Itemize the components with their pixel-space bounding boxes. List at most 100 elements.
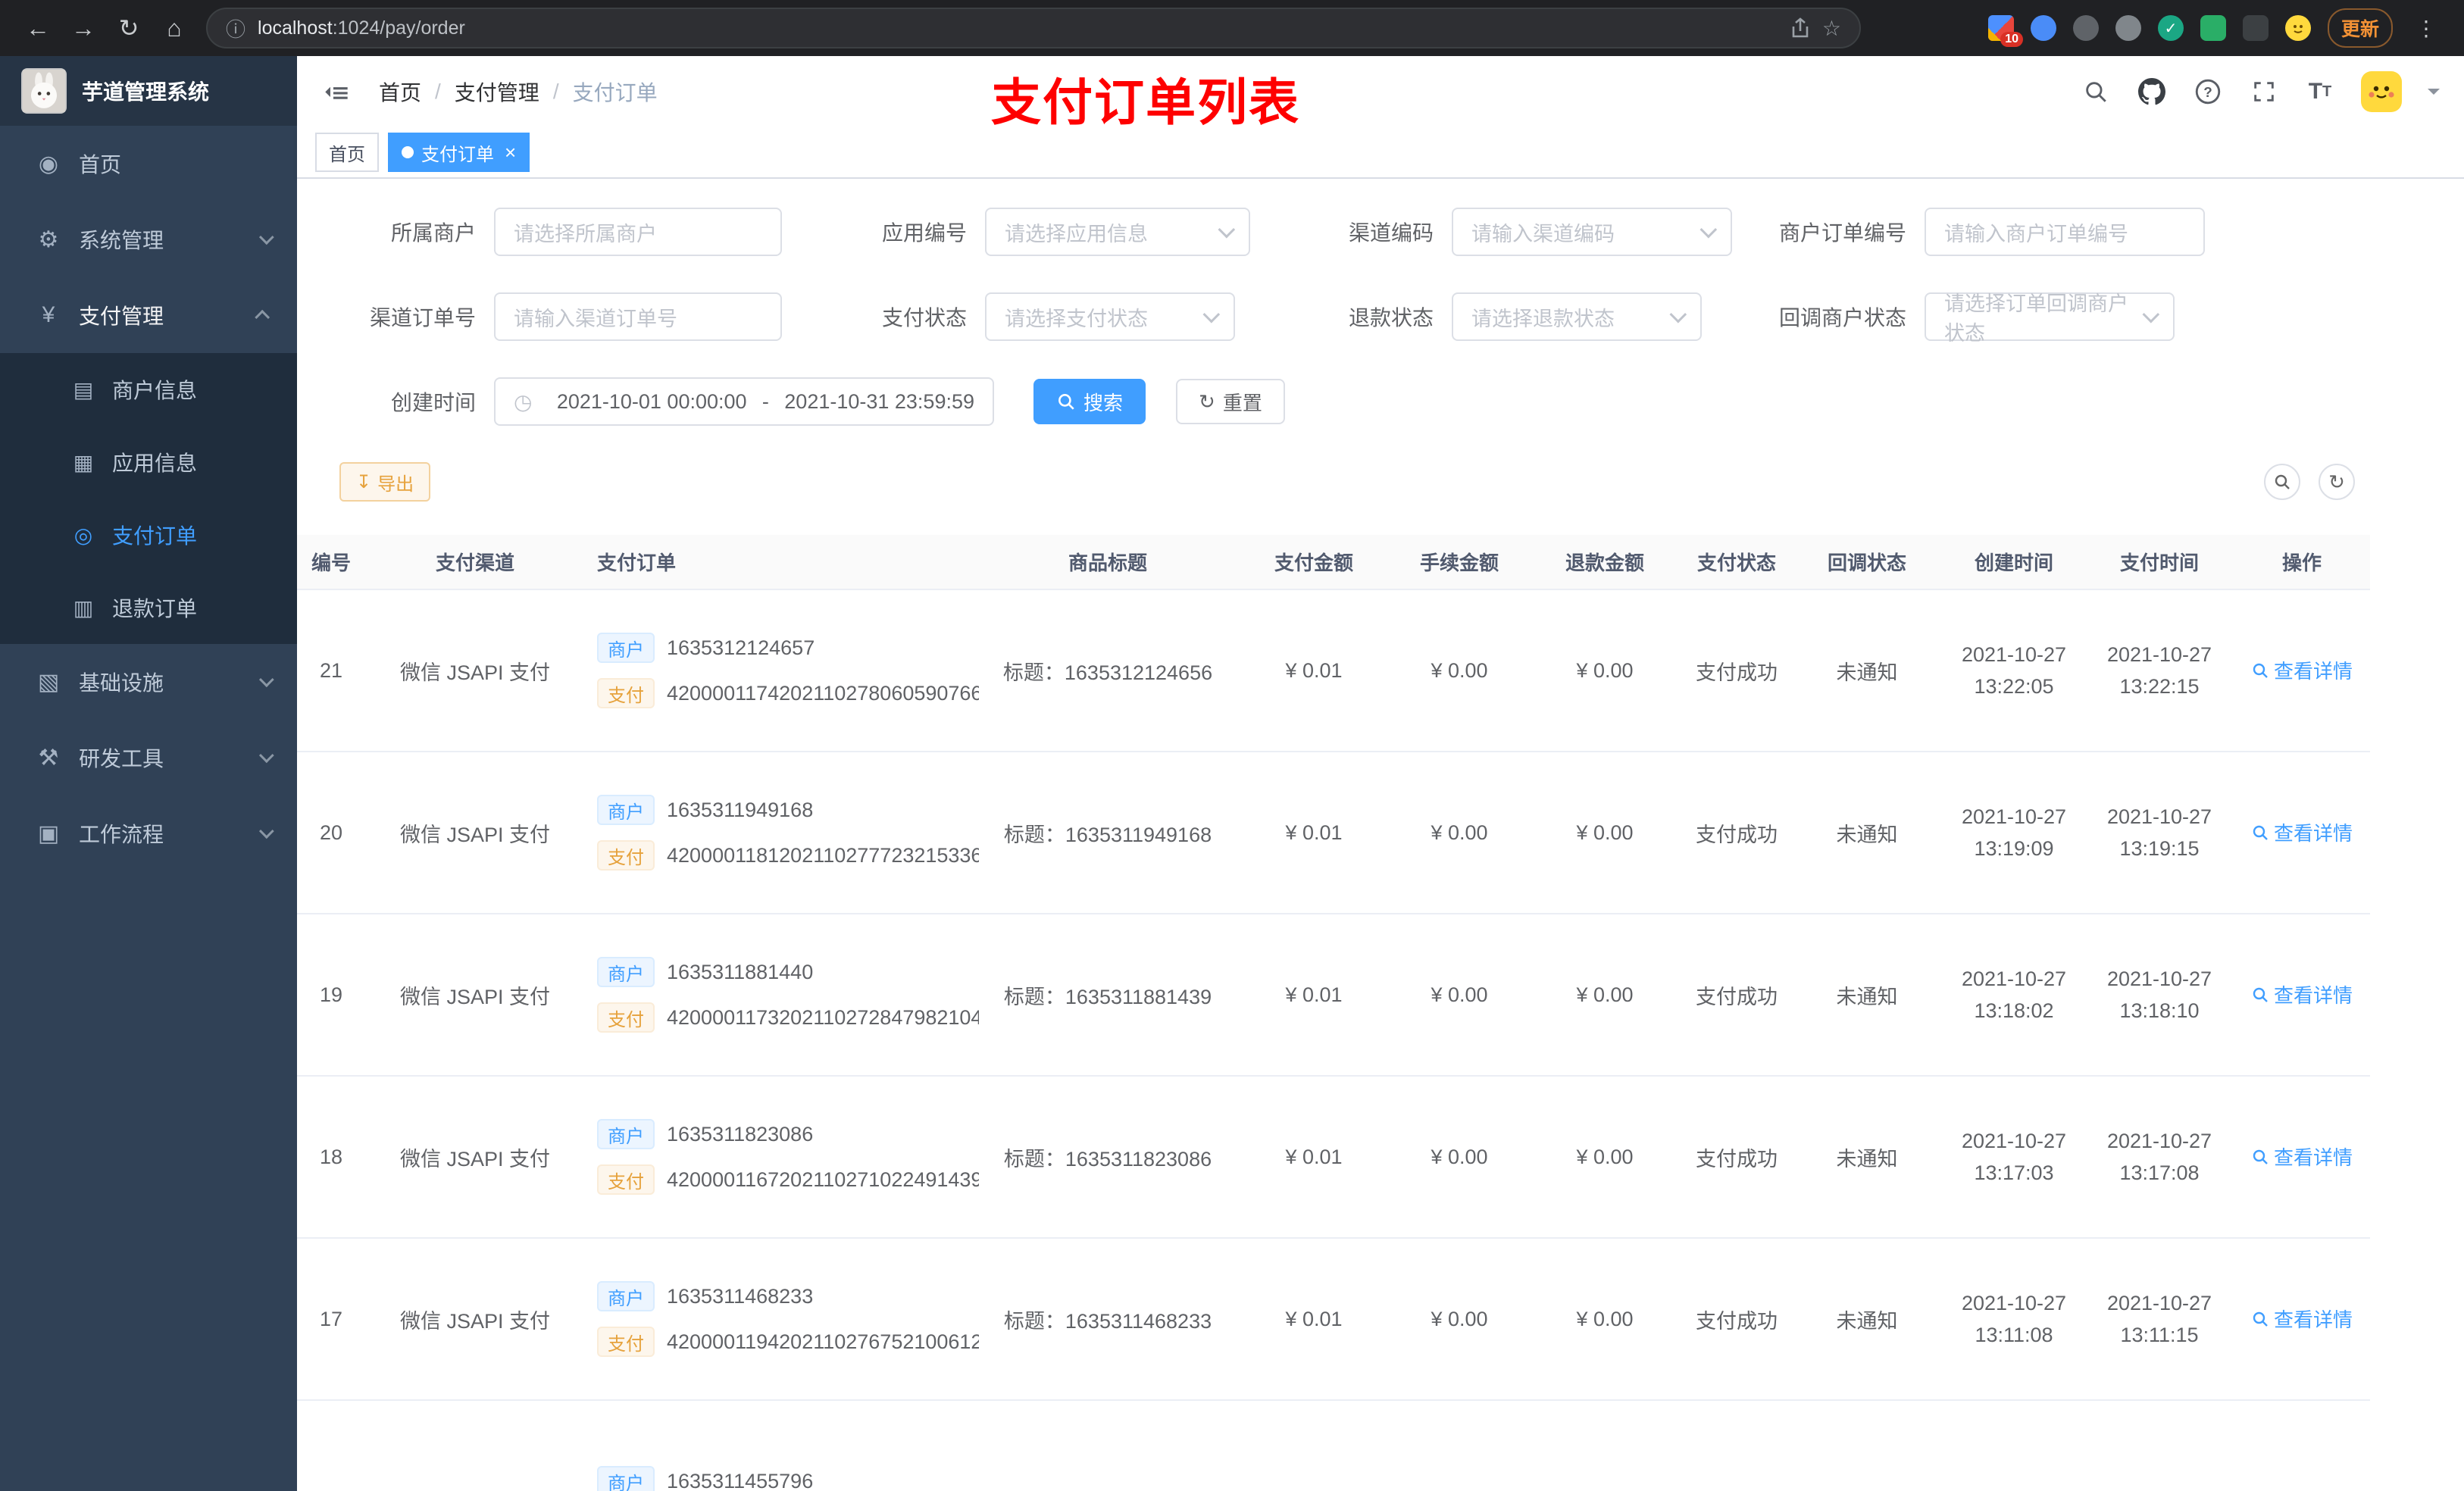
content: 所属商户 请选择所属商户 应用编号 请选择应用信息 渠道编码 请输入渠道编码 商…	[297, 179, 2464, 1491]
chrome-update-button[interactable]: 更新	[2327, 8, 2393, 48]
sidebar: 芋道管理系统 ◉ 首页 ⚙ 系统管理 ¥ 支付管理 ▤ 商户信息 ▦ 应用信息 …	[0, 56, 297, 1491]
breadcrumb-home[interactable]: 首页	[379, 77, 421, 107]
url-text[interactable]: localhost:1024/pay/order	[258, 17, 1778, 39]
tab-pay-order[interactable]: 支付订单 ×	[388, 133, 530, 172]
sidebar-item-home[interactable]: ◉ 首页	[0, 126, 297, 202]
pay-tag: 支付	[597, 1327, 655, 1357]
extension-blue-icon[interactable]	[2030, 15, 2056, 41]
cell-created-time: 2021-10-27 13:11:08	[1943, 1238, 2085, 1401]
view-detail-link[interactable]: 查看详情	[2251, 1305, 2353, 1333]
extension-gray-icon[interactable]	[2072, 15, 2099, 41]
reload-icon[interactable]: ↻	[106, 7, 152, 49]
sidebar-item-merchant-info[interactable]: ▤ 商户信息	[0, 353, 297, 426]
breadcrumb-payment[interactable]: 支付管理	[455, 77, 539, 107]
browser-menu-icon[interactable]: ⋮	[2409, 16, 2443, 41]
view-detail-link[interactable]: 查看详情	[2251, 656, 2353, 684]
cell-id: 20	[297, 752, 365, 914]
merchant-order-no: 1635311823086	[667, 1122, 814, 1146]
breadcrumb: 首页 / 支付管理 / 支付订单	[379, 77, 658, 107]
cell-notify: 未通知	[1791, 1076, 1943, 1239]
app-logo[interactable]: 芋道管理系统	[0, 56, 297, 126]
sidebar-item-workflow[interactable]: ▣ 工作流程	[0, 796, 297, 871]
merchant-input[interactable]: 请选择所属商户	[494, 208, 782, 256]
target-icon: ◎	[73, 523, 93, 547]
merchant-order-no: 1635311455796	[667, 1469, 814, 1491]
cell-id: 21	[297, 589, 365, 752]
cell-paid-time: 2021-10-27 13:18:10	[2085, 914, 2234, 1077]
clock-icon: ◷	[514, 389, 533, 414]
create-time-range-input[interactable]: ◷ 2021-10-01 00:00:00 - 2021-10-31 23:59…	[494, 377, 994, 426]
site-info-icon[interactable]: ⓘ	[226, 14, 245, 42]
table-row: 17 微信 JSAPI 支付 商户 1635311468233 支付 42000…	[297, 1238, 2370, 1401]
col-created: 创建时间	[1943, 535, 2085, 590]
search-icon[interactable]	[2081, 77, 2111, 107]
chevron-down-icon	[1218, 220, 1236, 239]
sidebar-item-refund-order[interactable]: ▥ 退款订单	[0, 571, 297, 644]
pay-status-select[interactable]: 请选择支付状态	[985, 292, 1235, 341]
sidebar-collapse-icon[interactable]	[321, 75, 355, 108]
cell-created-time: 2021-10-27 13:19:09	[1943, 752, 2085, 914]
notify-status-select[interactable]: 请选择订单回调商户状态	[1925, 292, 2175, 345]
table-toolbar: ↧ 导出 ↻	[297, 462, 2464, 502]
sidebar-item-app-info[interactable]: ▦ 应用信息	[0, 426, 297, 499]
sidebar-item-system[interactable]: ⚙ 系统管理	[0, 202, 297, 277]
col-pay-order: 支付订单	[585, 535, 979, 590]
export-button[interactable]: ↧ 导出	[339, 462, 431, 502]
cell-fee: ¥ 0.00	[1391, 752, 1527, 914]
cell-created-time: 2021-10-27 13:17:03	[1943, 1076, 2085, 1239]
toggle-search-button[interactable]	[2264, 464, 2300, 500]
browser-profile-avatar[interactable]	[2284, 15, 2311, 41]
table-row: 21 微信 JSAPI 支付 商户 1635312124657 支付 42000…	[297, 589, 2370, 752]
extension-gray2-icon[interactable]	[2115, 15, 2141, 41]
view-detail-link[interactable]: 查看详情	[2251, 818, 2353, 846]
cell-action: 查看详情	[2234, 752, 2370, 914]
channel-order-no-input[interactable]: 请输入渠道订单号	[494, 292, 782, 341]
search-button[interactable]: 搜索	[1033, 379, 1146, 424]
cell-fee	[1391, 1400, 1527, 1491]
document-icon: ▥	[73, 595, 94, 620]
cell-notify: 未通知	[1791, 914, 1943, 1077]
app-select[interactable]: 请选择应用信息	[985, 208, 1250, 256]
forward-icon[interactable]: →	[61, 7, 106, 49]
sidebar-item-infra[interactable]: ▧ 基础设施	[0, 644, 297, 720]
extension-grid-icon[interactable]: 10	[1987, 15, 2023, 47]
table-row: 20 微信 JSAPI 支付 商户 1635311949168 支付 42000…	[297, 752, 2370, 914]
extension-pin-icon[interactable]	[2242, 15, 2269, 41]
cell-title	[979, 1400, 1237, 1491]
cell-paid-time: 2021-10-27 13:19:15	[2085, 752, 2234, 914]
help-icon[interactable]: ?	[2193, 77, 2223, 107]
cell-amount: ¥ 0.01	[1237, 914, 1391, 1077]
bookmark-star-icon[interactable]: ☆	[1822, 16, 1841, 41]
refresh-table-button[interactable]: ↻	[2319, 464, 2355, 500]
pay-status-label: 支付状态	[881, 306, 967, 330]
github-icon[interactable]	[2137, 77, 2167, 107]
refund-status-select[interactable]: 请选择退款状态	[1452, 292, 1702, 341]
chevron-down-icon	[2142, 305, 2160, 324]
user-avatar[interactable]	[2361, 71, 2402, 112]
fullscreen-icon[interactable]	[2249, 77, 2279, 107]
font-size-icon[interactable]: TT	[2305, 77, 2335, 107]
extension-chat-icon[interactable]	[2200, 15, 2226, 41]
pay-order-no: 4200001167202110271022491439	[667, 1167, 979, 1191]
tools-icon: ⚒	[38, 745, 59, 771]
cell-pay-order: 商户 1635312124657 支付 42000011742021102780…	[585, 589, 979, 752]
view-detail-link[interactable]: 查看详情	[2251, 980, 2353, 1008]
extension-check-icon[interactable]: ✓	[2157, 15, 2184, 41]
home-icon[interactable]: ⌂	[152, 7, 197, 49]
cell-amount: ¥ 0.01	[1237, 752, 1391, 914]
sidebar-item-pay-order[interactable]: ◎ 支付订单	[0, 499, 297, 571]
channel-code-select[interactable]: 请输入渠道编码	[1452, 208, 1732, 256]
sidebar-item-devtools[interactable]: ⚒ 研发工具	[0, 720, 297, 796]
tab-home[interactable]: 首页	[315, 133, 379, 172]
page-header: 首页 / 支付管理 / 支付订单 支付订单列表 ? T T	[297, 56, 2464, 130]
dropdown-caret-icon[interactable]	[2428, 89, 2440, 101]
cell-status: 支付成功	[1682, 914, 1791, 1077]
share-icon[interactable]	[1790, 17, 1810, 39]
reset-button[interactable]: ↻ 重置	[1176, 379, 1285, 424]
merchant-order-no-input[interactable]: 请输入商户订单编号	[1925, 208, 2205, 256]
address-bar[interactable]: ⓘ localhost:1024/pay/order ☆	[206, 8, 1861, 48]
close-icon[interactable]: ×	[505, 142, 516, 162]
sidebar-item-payment[interactable]: ¥ 支付管理	[0, 277, 297, 353]
back-icon[interactable]: ←	[15, 7, 61, 49]
view-detail-link[interactable]: 查看详情	[2251, 1142, 2353, 1171]
